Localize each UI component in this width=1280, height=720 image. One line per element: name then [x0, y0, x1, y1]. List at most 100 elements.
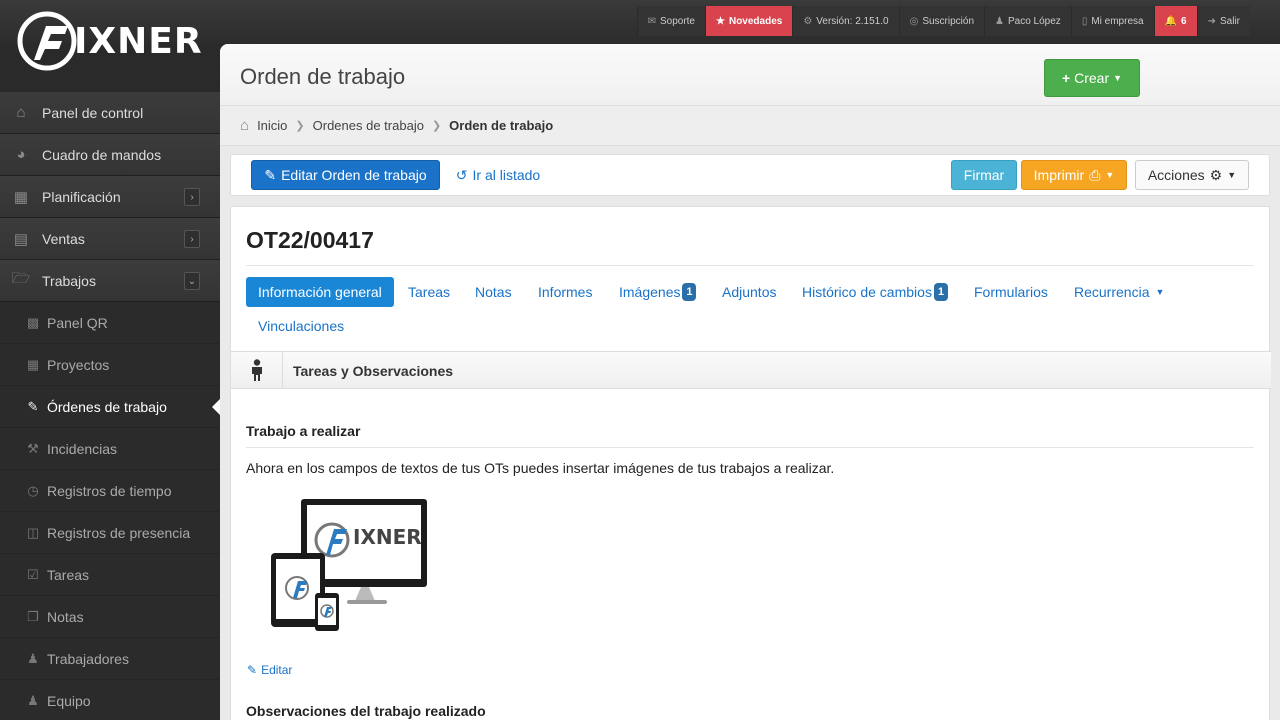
sign-button[interactable]: Firmar	[951, 160, 1017, 190]
logout-link[interactable]: ➜ Salir	[1196, 6, 1250, 36]
devices-image: IXNER	[271, 497, 441, 637]
building-icon: ▯	[1081, 15, 1088, 27]
tab-reports[interactable]: Informes	[538, 277, 592, 307]
gear-icon: ⚙	[803, 15, 813, 27]
users-icon: ♟	[27, 692, 39, 708]
edit-work-order-button[interactable]: ✎ Editar Orden de trabajo	[251, 160, 440, 190]
content-area: ✎ Editar Orden de trabajo ↺ Ir al listad…	[220, 146, 1280, 720]
wrench-icon: ⚒	[27, 440, 39, 456]
page-title: Orden de trabajo	[240, 64, 406, 89]
printer-icon: ⎙	[1089, 166, 1101, 183]
go-to-list-link[interactable]: ↺ Ir al listado	[453, 160, 543, 190]
list-icon: ▤	[13, 230, 29, 248]
tab-recurrence[interactable]: Recurrencia ▼	[1074, 277, 1164, 307]
create-button[interactable]: + Crear ▼	[1044, 59, 1140, 97]
company-link[interactable]: ▯ Mi empresa	[1070, 6, 1154, 36]
circle-icon: ◎	[909, 15, 919, 27]
gears-icon: ⚙	[1209, 166, 1223, 183]
dashboard-icon: ◕	[16, 146, 26, 163]
tab-change-history[interactable]: Histórico de cambios 1	[802, 277, 948, 307]
home-icon: ⌂	[240, 117, 250, 134]
divider	[246, 265, 1254, 266]
tab-tasks[interactable]: Tareas	[408, 277, 450, 307]
support-link[interactable]: ✉ Soporte	[636, 6, 705, 36]
chevron-right-icon: ❯	[295, 120, 305, 132]
devices-brand-text: IXNER	[353, 525, 422, 549]
chevron-down-icon[interactable]: ⌄	[184, 272, 200, 290]
calendar-icon: ▦	[13, 188, 29, 206]
undo-icon: ↺	[455, 166, 468, 183]
tab-images[interactable]: Imágenes 1	[619, 277, 697, 307]
edit-icon: ✎	[247, 663, 258, 677]
section-header: Tareas y Observaciones	[231, 351, 1271, 389]
copy-icon: ❐	[27, 608, 39, 624]
tab-notes[interactable]: Notas	[475, 277, 512, 307]
count-badge: 1	[933, 283, 948, 301]
chevron-right-icon: ❯	[431, 120, 442, 132]
tab-links[interactable]: Vinculaciones	[258, 311, 344, 341]
clock-icon: ◷	[27, 482, 39, 498]
edit-icon: ✎	[264, 166, 277, 183]
qr-icon: ▩	[26, 314, 40, 330]
sidebar-subitem-notes[interactable]: ❐ Notas	[0, 596, 220, 638]
caret-down-icon: ▼	[1227, 170, 1237, 180]
sidebar-subitem-qr-panel[interactable]: ▩ Panel QR	[0, 302, 220, 344]
bell-icon: 🔔	[1164, 15, 1178, 27]
work-to-do-text: Ahora en los campos de textos de tus OTs…	[246, 460, 835, 476]
briefcase-icon: ▦	[26, 356, 40, 372]
top-nav: ✉ Soporte ★ Novedades ⚙ Versión: 2.151.0 ◎ S…	[636, 6, 1250, 36]
work-order-panel: OT22/00417 Información general Tareas No…	[230, 206, 1271, 720]
user-menu[interactable]: ♟ Paco López	[984, 6, 1071, 36]
chevron-right-icon[interactable]: ›	[184, 188, 200, 206]
logo-f-icon	[17, 11, 77, 71]
logout-icon: ➜	[1207, 15, 1216, 27]
caret-down-icon: ▼	[1155, 287, 1165, 297]
sidebar-item-planning[interactable]: ▦ Planificación ›	[0, 176, 220, 218]
breadcrumb-home[interactable]: Inicio	[257, 118, 287, 133]
count-badge: 1	[682, 283, 697, 301]
brand-logo[interactable]: IXNER	[16, 6, 206, 76]
checkbox-icon: ☑	[27, 566, 39, 582]
tab-attachments[interactable]: Adjuntos	[722, 277, 776, 307]
sidebar-subitem-incidents[interactable]: ⚒ Incidencias	[0, 428, 220, 470]
caret-down-icon: ▼	[1113, 73, 1123, 83]
sidebar-subitem-team[interactable]: ♟ Equipo	[0, 680, 220, 720]
sidebar-subitem-tasks[interactable]: ☑ Tareas	[0, 554, 220, 596]
breadcrumb-parent[interactable]: Ordenes de trabajo	[313, 118, 424, 133]
breadcrumb: ⌂ Inicio ❯ Ordenes de trabajo ❯ Orden de…	[220, 106, 1280, 146]
tab-forms[interactable]: Formularios	[974, 277, 1048, 307]
brand-name: IXNER	[74, 20, 203, 62]
plus-icon: +	[1061, 70, 1071, 86]
print-button[interactable]: Imprimir ⎙ ▼	[1021, 160, 1127, 190]
sidebar-subitem-time-records[interactable]: ◷ Registros de tiempo	[0, 470, 220, 512]
tab-general-info[interactable]: Información general	[246, 277, 394, 307]
page-header: Orden de trabajo + Crear ▼	[220, 44, 1280, 106]
sidebar-item-jobs[interactable]: 🗁 Trabajos ⌄	[0, 260, 220, 302]
observations-title: Observaciones del trabajo realizado	[246, 703, 486, 719]
divider	[246, 447, 1254, 448]
edit-work-text-link[interactable]: ✎ Editar	[247, 663, 292, 677]
sidebar-subitem-projects[interactable]: ▦ Proyectos	[0, 344, 220, 386]
sidebar-subitem-work-orders[interactable]: ✎ Órdenes de trabajo	[0, 386, 220, 428]
folder-open-icon: 🗁	[11, 270, 31, 287]
sidebar-item-dashboard[interactable]: ◕ Cuadro de mandos	[0, 134, 220, 176]
user-icon: ♟	[27, 650, 39, 666]
home-icon: ⌂	[16, 104, 26, 121]
subscription-link[interactable]: ◎ Suscripción	[898, 6, 985, 36]
user-icon: ♟	[995, 15, 1004, 27]
breadcrumb-current: Orden de trabajo	[449, 118, 554, 133]
news-link[interactable]: ★ Novedades	[705, 6, 793, 36]
caret-down-icon: ▼	[1105, 170, 1115, 180]
version-link[interactable]: ⚙ Versión: 2.151.0	[792, 6, 899, 36]
actions-button[interactable]: Acciones ⚙ ▼	[1135, 160, 1249, 190]
sidebar-item-sales[interactable]: ▤ Ventas ›	[0, 218, 220, 260]
notifications-button[interactable]: 🔔 6	[1153, 6, 1197, 36]
sidebar-item-panel-control[interactable]: ⌂ Panel de control	[0, 92, 220, 134]
chevron-right-icon[interactable]: ›	[184, 230, 200, 248]
sidebar-subitem-attendance[interactable]: ◫ Registros de presencia	[0, 512, 220, 554]
sidebar-subitem-workers[interactable]: ♟ Trabajadores	[0, 638, 220, 680]
work-order-code: OT22/00417	[246, 227, 374, 253]
edit-icon: ✎	[27, 398, 39, 414]
main-content: Orden de trabajo + Crear ▼ ⌂ Inicio ❯ Or…	[220, 44, 1280, 720]
sidebar: ⌂ Panel de control ◕ Cuadro de mandos ▦ Pla…	[0, 92, 220, 720]
